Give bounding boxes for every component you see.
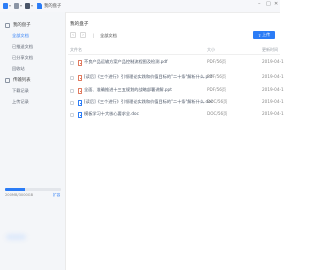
maximize-icon[interactable]: □: [266, 2, 271, 7]
sidebar: 我的盘子 全部文档 已推送文档 已分享文档 回收站 传输列表 下载记录 上传记录…: [0, 12, 66, 270]
transfer-icon: [5, 77, 10, 83]
file-size: DOC/56页: [207, 111, 228, 116]
pdf-file-icon: [78, 88, 82, 94]
app-logo-icon[interactable]: [3, 3, 8, 9]
file-date: 2019-04-1: [262, 111, 284, 116]
blurred-decoration: [6, 234, 26, 240]
storage-progress-fill: [5, 188, 25, 191]
file-name[interactable]: [读后]《三个进行》引领理论实践和价值目标的"二十条"解析什么.pdf: [84, 74, 212, 80]
sidebar-item-all-docs[interactable]: 全部文档: [12, 33, 29, 39]
row-checkbox[interactable]: [70, 101, 74, 105]
breadcrumb[interactable]: 全部文档: [100, 33, 117, 39]
upload-button[interactable]: ⇧ 上传: [253, 31, 275, 39]
upload-icon: ⇧: [257, 32, 262, 38]
file-size: PDF/56页: [207, 74, 227, 79]
column-header-size[interactable]: 大小: [207, 47, 215, 53]
row-checkbox[interactable]: [70, 113, 74, 117]
row-checkbox[interactable]: [70, 61, 74, 65]
sidebar-item-uploads[interactable]: 上传记录: [12, 99, 29, 105]
sidebar-item-recycle-bin[interactable]: 回收站: [12, 66, 25, 72]
tab-doc-icon: [37, 3, 43, 9]
forward-button[interactable]: ›: [80, 32, 86, 38]
file-icon[interactable]: [14, 3, 20, 9]
window-title: 我的盘子: [44, 4, 62, 9]
file-row[interactable]: 模板学习十大核心要求全.doc DOC/56页 2019-04-1: [68, 110, 284, 123]
file-size: DOC/56页: [207, 99, 228, 104]
file-date: 2019-04-1: [262, 99, 284, 104]
expand-storage-link[interactable]: 扩容: [53, 193, 60, 198]
page-title: 我的盘子: [70, 22, 89, 27]
file-name[interactable]: 模板学习十大核心要求全.doc: [84, 111, 139, 117]
row-checkbox[interactable]: [70, 76, 74, 80]
header-divider: [68, 54, 280, 55]
sidebar-section-transfer[interactable]: 传输列表: [5, 77, 31, 83]
column-header-updated[interactable]: 更新时间: [262, 47, 278, 53]
upload-label: 上传: [262, 32, 271, 37]
sidebar-item-pushed-docs[interactable]: 已推送文档: [12, 44, 33, 50]
sidebar-section-my-disk[interactable]: 我的盘子: [5, 22, 31, 28]
pdf-file-icon: [78, 60, 82, 66]
pdf-file-icon: [78, 75, 82, 81]
chevron-down-icon[interactable]: ▾: [20, 4, 22, 8]
sidebar-section-label: 我的盘子: [13, 23, 31, 28]
cloud-icon: [5, 22, 10, 28]
chevron-down-icon[interactable]: ▾: [31, 4, 33, 8]
close-icon[interactable]: ✕: [274, 2, 278, 7]
doc-file-icon: [78, 112, 82, 118]
file-date: 2019-04-1: [262, 74, 284, 79]
file-size: PDF/56页: [207, 59, 227, 64]
file-name[interactable]: 不良产品运输方案产品控制流程图及检测.pdf: [84, 59, 168, 65]
back-button[interactable]: ‹: [70, 32, 76, 38]
file-row[interactable]: 不良产品运输方案产品控制流程图及检测.pdf PDF/56页 2019-04-1: [68, 58, 284, 71]
file-name[interactable]: 全面、准确推进十三五规划的战略部署讲解.ppt: [84, 87, 172, 93]
chevron-down-icon[interactable]: ▾: [9, 4, 11, 8]
file-date: 2019-04-1: [262, 59, 284, 64]
storage-usage-text: 200MB/3000GB: [5, 193, 34, 197]
doc-file-icon: [78, 100, 82, 106]
file-date: 2019-04-1: [262, 87, 284, 92]
sidebar-item-downloads[interactable]: 下载记录: [12, 88, 29, 94]
sidebar-item-shared-docs[interactable]: 已分享文档: [12, 55, 33, 61]
file-name[interactable]: [读后]《三个进行》引领理论实践和价值目标的"二十条"解析什么.doc: [84, 99, 213, 105]
file-size: PDF/56页: [207, 87, 227, 92]
row-checkbox[interactable]: [70, 89, 74, 93]
storage-progress-bar: [5, 188, 61, 191]
column-header-filename[interactable]: 文件名: [70, 47, 82, 53]
sidebar-section-label: 传输列表: [13, 78, 31, 83]
file-row[interactable]: [读后]《三个进行》引领理论实践和价值目标的"二十条"解析什么.pdf PDF/5…: [68, 73, 284, 86]
breadcrumb-separator: |: [93, 33, 95, 38]
document-icon[interactable]: [25, 3, 31, 9]
minimize-icon[interactable]: –: [258, 2, 261, 7]
